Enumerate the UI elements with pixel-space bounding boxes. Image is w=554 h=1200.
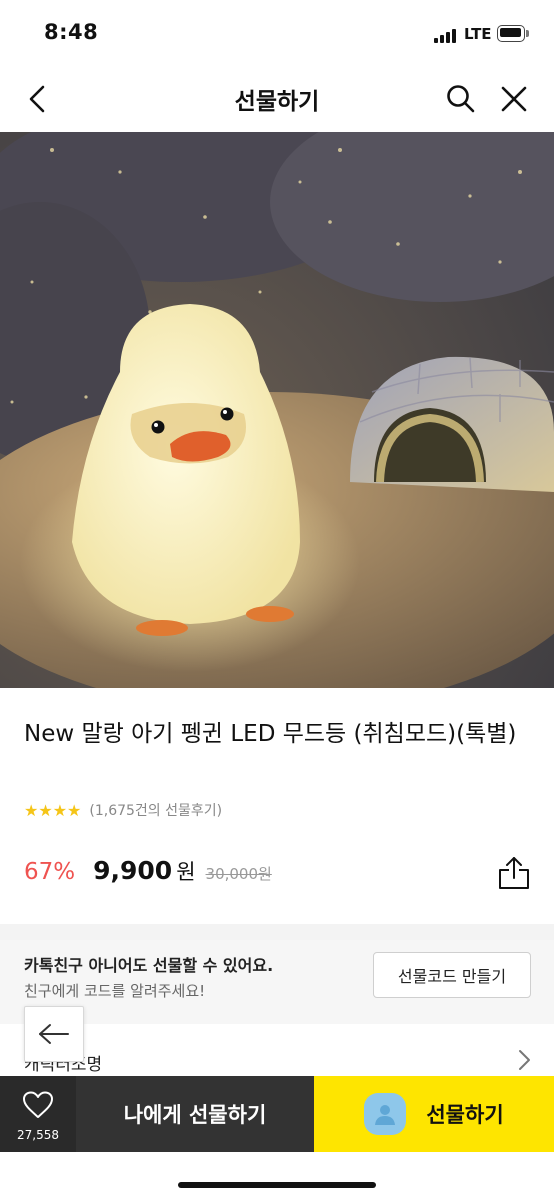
chevron-right-icon [519, 1050, 530, 1070]
close-button[interactable] [497, 82, 531, 116]
product-title: New 말랑 아기 펭귄 LED 무드등 (취침모드)(톡별) [24, 721, 517, 747]
original-price: 30,000원 [205, 865, 272, 883]
friend-avatar-icon [364, 1093, 407, 1135]
section-divider [0, 924, 554, 940]
currency-label: 원 [176, 860, 196, 884]
price-row: 67% 9,900 원 30,000원 [24, 856, 272, 892]
create-gift-code-button[interactable]: 선물코드 만들기 [373, 952, 531, 998]
product-image[interactable] [0, 132, 554, 688]
floating-back-button[interactable] [24, 1006, 84, 1062]
top-nav-bar: 선물하기 [0, 66, 554, 132]
home-indicator[interactable] [178, 1182, 376, 1188]
signal-icon [434, 27, 458, 43]
share-button[interactable] [496, 854, 532, 892]
search-icon [447, 85, 475, 113]
rating-stars: ★★★★ [24, 800, 82, 820]
gift-to-self-button[interactable]: 나에게 선물하기 [76, 1076, 314, 1152]
bottom-action-bar: 27,558 나에게 선물하기 선물하기 [0, 1076, 554, 1152]
review-count: (1,675건의 선물후기) [89, 803, 223, 819]
search-button[interactable] [444, 82, 478, 116]
status-bar: 8:48 LTE [0, 0, 554, 66]
discount-rate: 67% [24, 859, 76, 885]
sale-price: 9,900 [93, 856, 173, 885]
rating-row[interactable]: ★★★★ (1,675건의 선물후기) [24, 800, 222, 820]
wish-count: 27,558 [17, 1128, 59, 1142]
gift-code-title: 카톡친구 아니어도 선물할 수 있어요. [24, 956, 274, 975]
gift-button-label: 선물하기 [426, 1103, 504, 1127]
penguin-lamp-photo [0, 132, 554, 688]
heart-icon [23, 1091, 53, 1118]
gift-button[interactable]: 선물하기 [314, 1076, 554, 1152]
close-icon [501, 86, 527, 112]
share-icon [499, 857, 529, 889]
battery-icon [497, 25, 529, 42]
status-time: 8:48 [44, 20, 99, 44]
arrow-left-icon [39, 1024, 69, 1044]
wish-button[interactable]: 27,558 [0, 1076, 76, 1152]
network-label: LTE [464, 25, 492, 43]
home-area [0, 1152, 554, 1200]
gift-code-subtitle: 친구에게 코드를 알려주세요! [24, 982, 206, 1000]
